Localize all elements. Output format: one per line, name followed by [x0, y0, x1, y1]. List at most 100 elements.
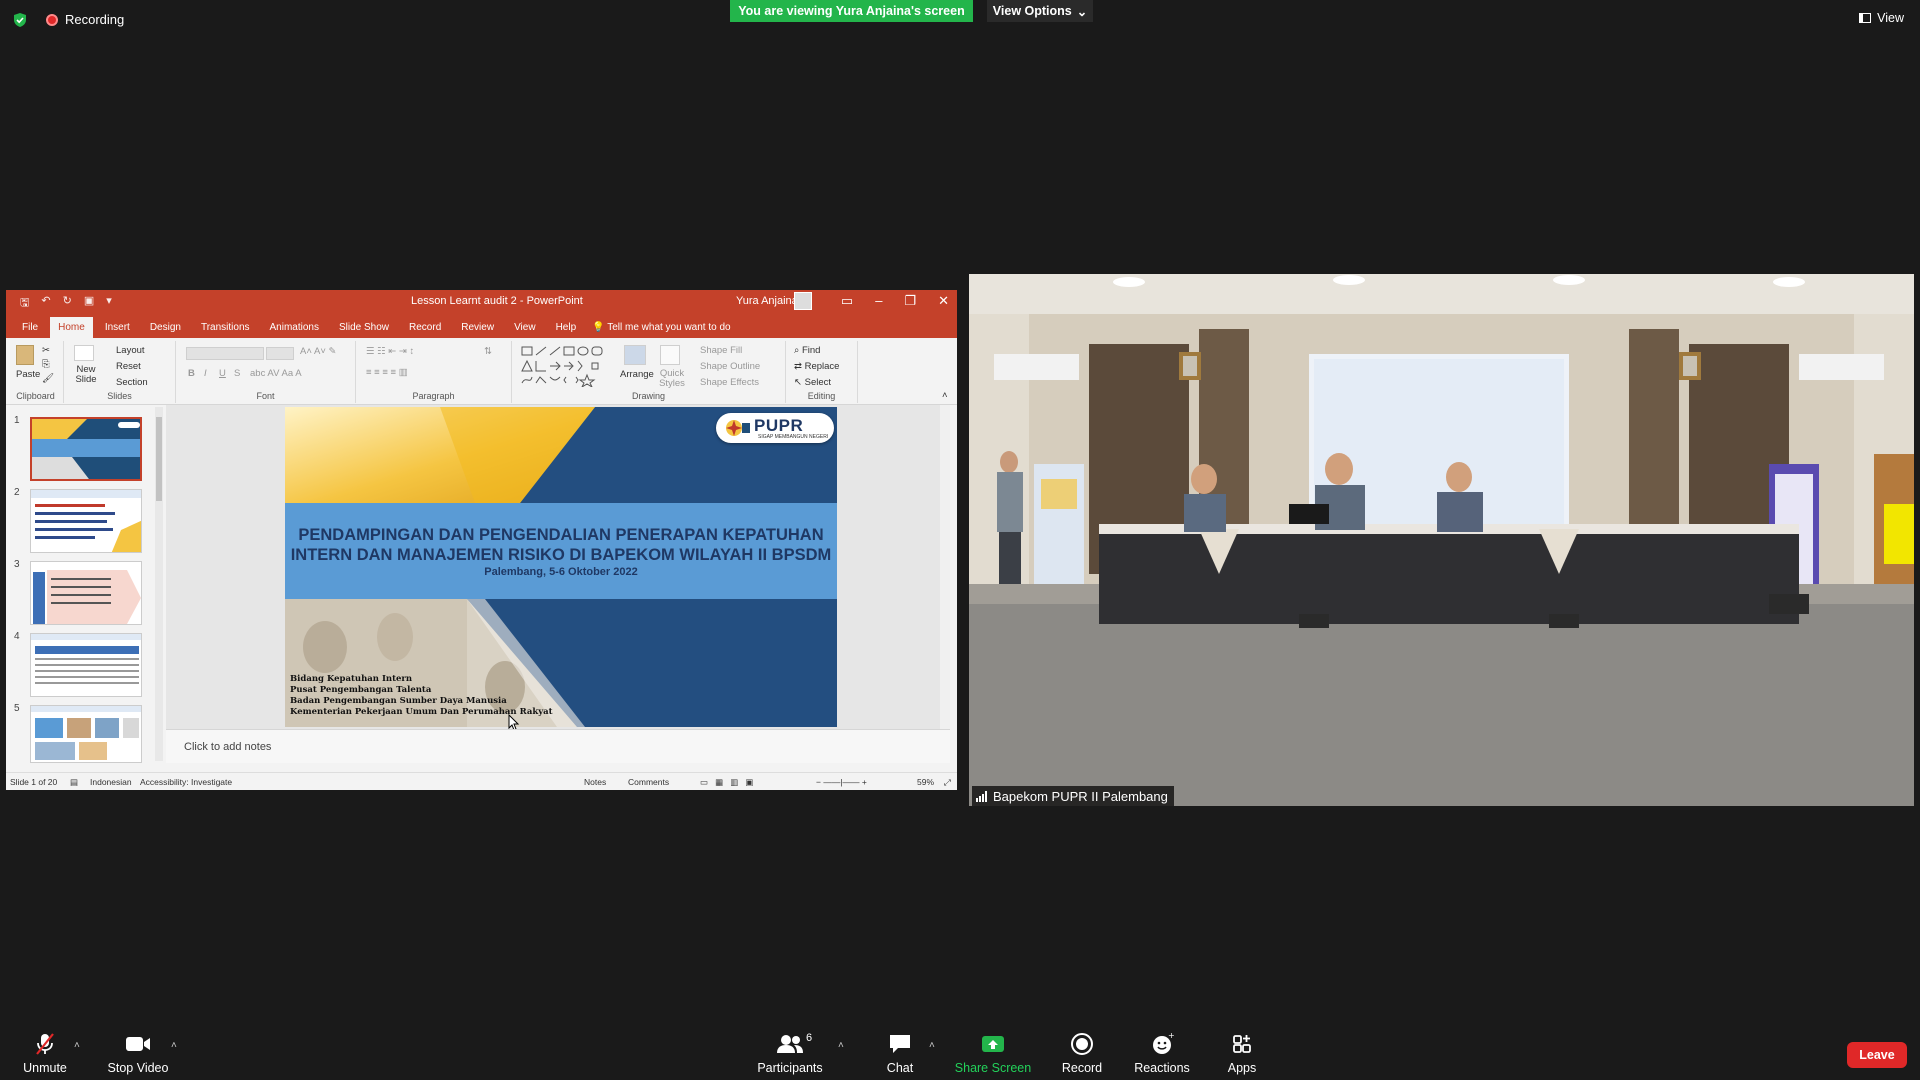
- participant-video-tile[interactable]: Bapekom PUPR II Palembang: [969, 274, 1914, 806]
- slide-thumbnail-2[interactable]: [30, 489, 142, 553]
- view-buttons[interactable]: ▭ ▦ ▥ ▣: [700, 777, 753, 788]
- arrange-icon[interactable]: [624, 345, 646, 365]
- notes-placeholder: Click to add notes: [184, 741, 272, 753]
- tab-record[interactable]: Record: [401, 317, 449, 338]
- apps-button[interactable]: Apps: [1197, 1010, 1287, 1080]
- tab-design[interactable]: Design: [142, 317, 189, 338]
- slide-title[interactable]: PENDAMPINGAN DAN PENGENDALIAN PENERAPAN …: [285, 503, 837, 565]
- slide-thumbnail-5[interactable]: [30, 705, 142, 763]
- participants-button[interactable]: Participants: [745, 1010, 835, 1080]
- record-button[interactable]: Record: [1037, 1010, 1127, 1080]
- minimize-icon[interactable]: –: [875, 293, 882, 309]
- participants-options-caret-icon[interactable]: ˄: [838, 1040, 844, 1051]
- tab-animations[interactable]: Animations: [262, 317, 327, 338]
- shape-fill-button[interactable]: Shape Fill: [700, 345, 742, 356]
- record-icon: [1071, 1033, 1093, 1055]
- shield-icon[interactable]: [12, 12, 28, 28]
- ribbon-display-icon[interactable]: ▭: [841, 293, 853, 309]
- user-avatar[interactable]: [794, 292, 812, 310]
- zoom-level[interactable]: 59%: [917, 777, 934, 787]
- stop-video-button[interactable]: Stop Video: [93, 1010, 183, 1080]
- slide-editing-canvas[interactable]: PENDAMPINGAN DAN PENGENDALIAN PENERAPAN …: [166, 405, 950, 731]
- shapes-gallery-icon[interactable]: [520, 345, 614, 387]
- close-icon[interactable]: ✕: [938, 293, 949, 309]
- collapse-ribbon-icon[interactable]: ˄: [942, 390, 948, 401]
- drawing-group-label: Drawing: [631, 391, 665, 401]
- reactions-button[interactable]: + Reactions: [1117, 1010, 1207, 1080]
- redo-icon[interactable]: ↻: [63, 294, 72, 313]
- slide-thumbnail-4[interactable]: [30, 633, 142, 697]
- grow-font-icon[interactable]: A˄ A˅ ✎: [300, 346, 336, 357]
- spelling-icon[interactable]: ▤: [70, 777, 78, 788]
- notes-toggle[interactable]: Notes: [584, 777, 606, 787]
- recording-indicator[interactable]: Recording: [46, 12, 124, 27]
- chat-options-caret-icon[interactable]: ˄: [929, 1040, 935, 1051]
- shadow-button[interactable]: S: [234, 368, 240, 379]
- find-button[interactable]: ⌕ Find: [794, 345, 820, 356]
- notes-pane[interactable]: Click to add notes: [166, 729, 950, 763]
- paste-icon[interactable]: [16, 345, 34, 365]
- tab-help[interactable]: Help: [548, 317, 585, 338]
- slide-thumbnail-1[interactable]: [30, 417, 142, 481]
- text-direction-icon[interactable]: ⇅: [484, 346, 492, 357]
- comments-toggle[interactable]: Comments: [628, 777, 669, 787]
- leave-button[interactable]: Leave: [1847, 1042, 1907, 1068]
- audio-options-caret-icon[interactable]: ˄: [74, 1040, 80, 1051]
- tab-review[interactable]: Review: [453, 317, 502, 338]
- pupr-logo: PUPR SIGAP MEMBANGUN NEGERI: [716, 413, 834, 443]
- tab-insert[interactable]: Insert: [97, 317, 138, 338]
- font-name-dropdown[interactable]: [186, 347, 264, 360]
- zoom-slider[interactable]: − ——|—— +: [816, 777, 867, 787]
- tab-file[interactable]: File: [14, 317, 46, 338]
- view-options-button[interactable]: View Options ⌄: [987, 0, 1093, 22]
- cut-icon[interactable]: ✂: [42, 345, 50, 356]
- fit-slide-icon[interactable]: ⤢: [944, 777, 951, 788]
- accessibility-status[interactable]: Accessibility: Investigate: [140, 777, 232, 787]
- align-icons[interactable]: ≡ ≡ ≡ ≡ ▥: [366, 367, 408, 378]
- ppt-user-name[interactable]: Yura Anjaina: [736, 295, 798, 307]
- quick-styles-button[interactable]: Quick Styles: [658, 369, 686, 389]
- view-button[interactable]: View: [1859, 11, 1904, 25]
- slide-thumbnail-3[interactable]: [30, 561, 142, 625]
- bold-button[interactable]: B: [188, 368, 195, 379]
- undo-icon[interactable]: ↶: [41, 294, 50, 313]
- shape-outline-button[interactable]: Shape Outline: [700, 361, 760, 372]
- reset-button[interactable]: Reset: [116, 361, 141, 372]
- italic-button[interactable]: I: [204, 368, 207, 379]
- bullets-icon[interactable]: ☰ ☷ ⇤ ⇥ ↕: [366, 346, 414, 357]
- shape-effects-button[interactable]: Shape Effects: [700, 377, 759, 388]
- thumbnails-scroll-thumb[interactable]: [156, 417, 162, 501]
- thumbnails-scrollbar[interactable]: [155, 407, 163, 761]
- customize-toolbar-icon[interactable]: ▾: [106, 294, 112, 313]
- tab-view[interactable]: View: [506, 317, 544, 338]
- tab-slide-show[interactable]: Slide Show: [331, 317, 397, 338]
- section-button[interactable]: Section: [116, 377, 148, 388]
- video-options-caret-icon[interactable]: ˄: [171, 1040, 177, 1051]
- font-spacing-icon[interactable]: abc AV Aa A: [250, 368, 302, 379]
- slide-vertical-scrollbar[interactable]: [940, 405, 950, 729]
- save-icon[interactable]: 🖫: [20, 294, 29, 313]
- quick-styles-icon[interactable]: [660, 345, 680, 365]
- tab-home[interactable]: Home: [50, 317, 93, 338]
- present-icon[interactable]: ▣: [84, 294, 94, 313]
- replace-button[interactable]: ⇄ Replace: [794, 361, 839, 372]
- format-painter-icon[interactable]: 🖌: [42, 373, 54, 384]
- font-size-dropdown[interactable]: [266, 347, 294, 360]
- paste-button[interactable]: Paste: [16, 369, 40, 380]
- new-slide-button[interactable]: New Slide: [72, 365, 100, 385]
- tell-me-search[interactable]: 💡 Tell me what you want to do: [588, 317, 738, 338]
- current-slide[interactable]: PENDAMPINGAN DAN PENGENDALIAN PENERAPAN …: [285, 407, 837, 727]
- layout-button[interactable]: Layout: [116, 345, 145, 356]
- new-slide-icon[interactable]: [74, 345, 94, 361]
- underline-button[interactable]: U: [219, 368, 226, 379]
- restore-icon[interactable]: ❐: [904, 293, 916, 309]
- slide-organization-text[interactable]: Bidang Kepatuhan Intern Pusat Pengembang…: [290, 674, 553, 718]
- select-button[interactable]: ↖ Select: [794, 377, 831, 388]
- slide-subtitle[interactable]: Palembang, 5-6 Oktober 2022: [285, 566, 837, 578]
- thumb-number: 3: [14, 559, 20, 570]
- copy-icon[interactable]: ⎘: [42, 359, 50, 370]
- arrange-button[interactable]: Arrange: [620, 369, 654, 380]
- share-screen-button[interactable]: Share Screen: [948, 1010, 1038, 1080]
- language-indicator[interactable]: Indonesian: [90, 777, 132, 787]
- tab-transitions[interactable]: Transitions: [193, 317, 258, 338]
